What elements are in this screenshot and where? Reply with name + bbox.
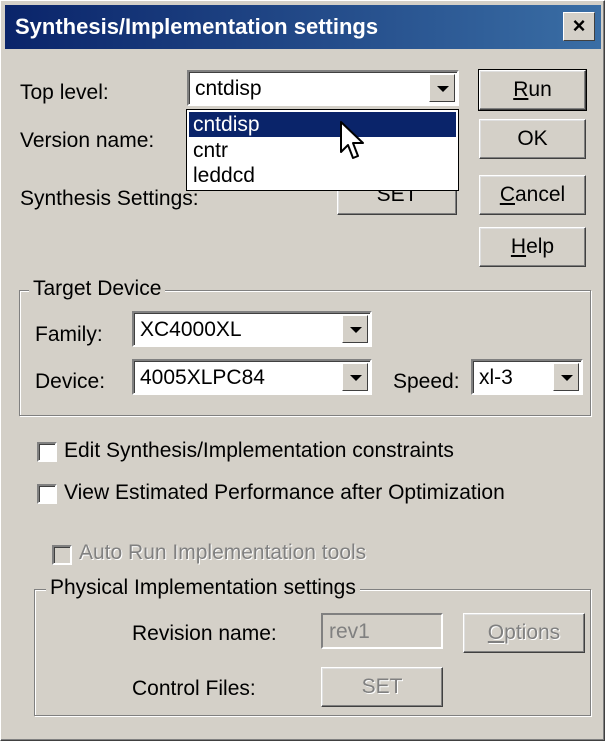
window-title: Synthesis/Implementation settings <box>15 14 379 39</box>
chevron-down-icon[interactable] <box>429 74 455 102</box>
arrow-cursor-icon <box>340 121 364 159</box>
title-bar[interactable]: Synthesis/Implementation settings × <box>5 5 601 49</box>
top-level-combo[interactable]: cntdisp <box>187 70 459 106</box>
top-level-label: Top level: <box>20 81 109 104</box>
options-button: Options <box>463 613 585 653</box>
edit-constraints-checkbox[interactable] <box>37 442 57 462</box>
close-icon: × <box>572 13 586 38</box>
revision-name-label: Revision name: <box>132 622 277 645</box>
dialog-window: Synthesis/Implementation settings × Top … <box>0 0 605 741</box>
top-level-value: cntdisp <box>195 77 262 100</box>
synthesis-settings-label: Synthesis Settings: <box>20 187 199 210</box>
physical-implementation-legend: Physical Implementation settings <box>46 576 360 600</box>
chevron-down-icon[interactable] <box>553 363 579 391</box>
family-combo[interactable]: XC4000XL <box>132 311 372 347</box>
ok-button[interactable]: OK <box>479 119 586 159</box>
revision-name-input: rev1 <box>321 613 443 649</box>
family-value: XC4000XL <box>140 318 242 341</box>
control-files-set-button: SET <box>321 667 443 707</box>
family-label: Family: <box>35 323 103 346</box>
dropdown-option-cntdisp[interactable]: cntdisp <box>189 112 456 137</box>
device-label: Device: <box>35 370 106 393</box>
close-button[interactable]: × <box>563 12 595 41</box>
auto-run-checkbox <box>52 545 72 565</box>
top-level-dropdown-list: cntdisp cntr leddcd <box>186 109 459 191</box>
target-device-group <box>19 290 591 416</box>
speed-label: Speed: <box>393 370 460 393</box>
view-performance-checkbox[interactable] <box>37 484 57 504</box>
auto-run-label: Auto Run Implementation tools <box>79 541 367 564</box>
target-device-legend: Target Device <box>29 277 166 301</box>
chevron-down-icon[interactable] <box>342 315 368 343</box>
device-value: 4005XLPC84 <box>140 366 265 389</box>
run-button[interactable]: Run <box>478 69 587 111</box>
speed-value: xl-3 <box>479 366 513 389</box>
view-performance-label[interactable]: View Estimated Performance after Optimiz… <box>64 481 505 505</box>
speed-combo[interactable]: xl-3 <box>471 359 583 395</box>
dropdown-option-leddcd[interactable]: leddcd <box>189 163 456 188</box>
cancel-button[interactable]: Cancel <box>479 175 586 215</box>
help-button[interactable]: Help <box>479 227 586 267</box>
device-combo[interactable]: 4005XLPC84 <box>132 359 372 395</box>
chevron-down-icon[interactable] <box>342 363 368 391</box>
version-name-label: Version name: <box>20 129 155 152</box>
dropdown-option-cntr[interactable]: cntr <box>189 138 456 163</box>
control-files-label: Control Files: <box>132 677 256 700</box>
edit-constraints-label[interactable]: Edit Synthesis/Implementation constraint… <box>64 439 454 463</box>
